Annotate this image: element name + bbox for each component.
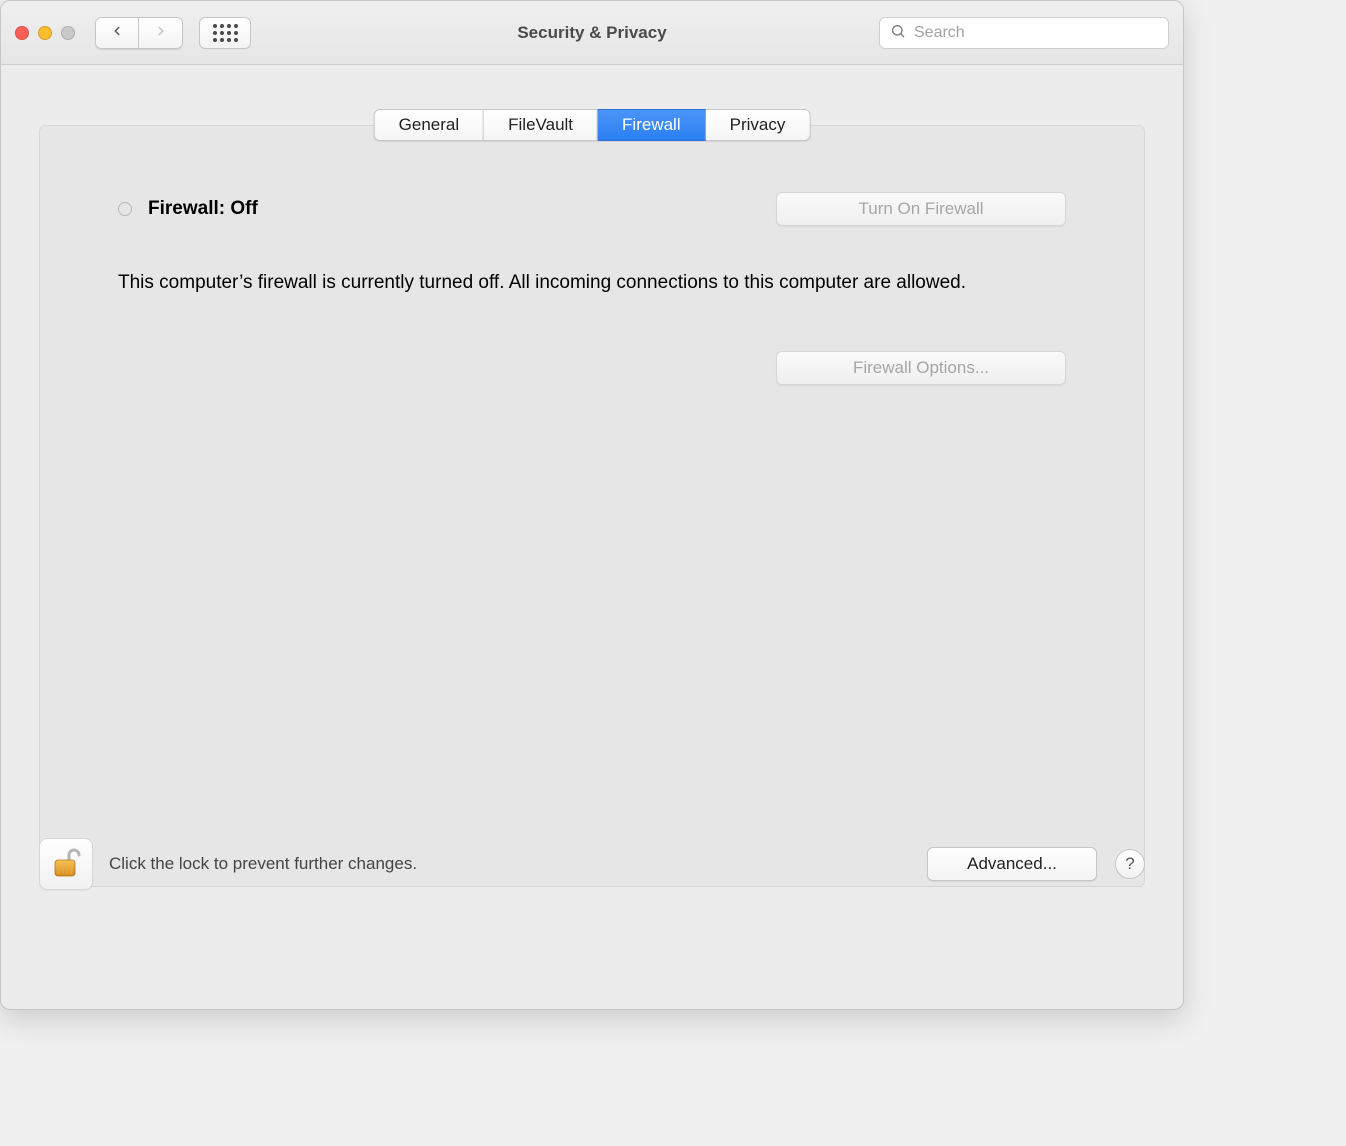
footer-right: Advanced... ? — [927, 847, 1145, 881]
firewall-status-label: Firewall: Off — [148, 198, 258, 220]
nav-forward-button — [139, 17, 183, 49]
search-input[interactable] — [914, 24, 1158, 42]
lock-area: Click the lock to prevent further change… — [39, 838, 417, 890]
tab-bar: General FileVault Firewall Privacy — [374, 109, 811, 141]
chevron-left-icon — [110, 24, 124, 41]
tab-general[interactable]: General — [374, 109, 484, 141]
firewall-status-left: Firewall: Off — [118, 198, 258, 220]
search-field[interactable] — [879, 17, 1169, 49]
firewall-status-row: Firewall: Off Turn On Firewall — [118, 192, 1066, 226]
window-title: Security & Privacy — [517, 23, 666, 43]
show-all-prefs-button[interactable] — [199, 17, 251, 49]
chevron-right-icon — [154, 24, 168, 41]
lock-button[interactable] — [39, 838, 93, 890]
advanced-button[interactable]: Advanced... — [927, 847, 1097, 881]
search-field-wrap — [879, 17, 1169, 49]
nav-back-button[interactable] — [95, 17, 139, 49]
preferences-footer: Click the lock to prevent further change… — [1, 819, 1183, 909]
minimize-window-button[interactable] — [38, 26, 52, 40]
close-window-button[interactable] — [15, 26, 29, 40]
help-button[interactable]: ? — [1115, 849, 1145, 879]
tab-firewall[interactable]: Firewall — [598, 109, 706, 141]
firewall-panel: Firewall: Off Turn On Firewall This comp… — [39, 125, 1145, 887]
nav-back-forward — [95, 17, 183, 49]
system-preferences-window: Security & Privacy General FileVault Fir… — [0, 0, 1184, 1010]
tab-privacy[interactable]: Privacy — [706, 109, 811, 141]
firewall-options-row: Firewall Options... — [118, 351, 1066, 385]
turn-on-firewall-button[interactable]: Turn On Firewall — [776, 192, 1066, 226]
titlebar: Security & Privacy — [1, 1, 1183, 65]
maximize-window-button — [61, 26, 75, 40]
preferences-content: General FileVault Firewall Privacy Firew… — [1, 65, 1183, 909]
lock-open-icon — [51, 846, 81, 883]
grid-icon — [213, 24, 238, 42]
search-icon — [890, 23, 906, 42]
window-controls — [15, 26, 75, 40]
firewall-options-button[interactable]: Firewall Options... — [776, 351, 1066, 385]
tab-filevault[interactable]: FileVault — [484, 109, 598, 141]
lock-hint-text: Click the lock to prevent further change… — [109, 854, 417, 874]
firewall-description: This computer’s firewall is currently tu… — [118, 270, 1018, 297]
status-indicator-icon — [118, 202, 132, 216]
